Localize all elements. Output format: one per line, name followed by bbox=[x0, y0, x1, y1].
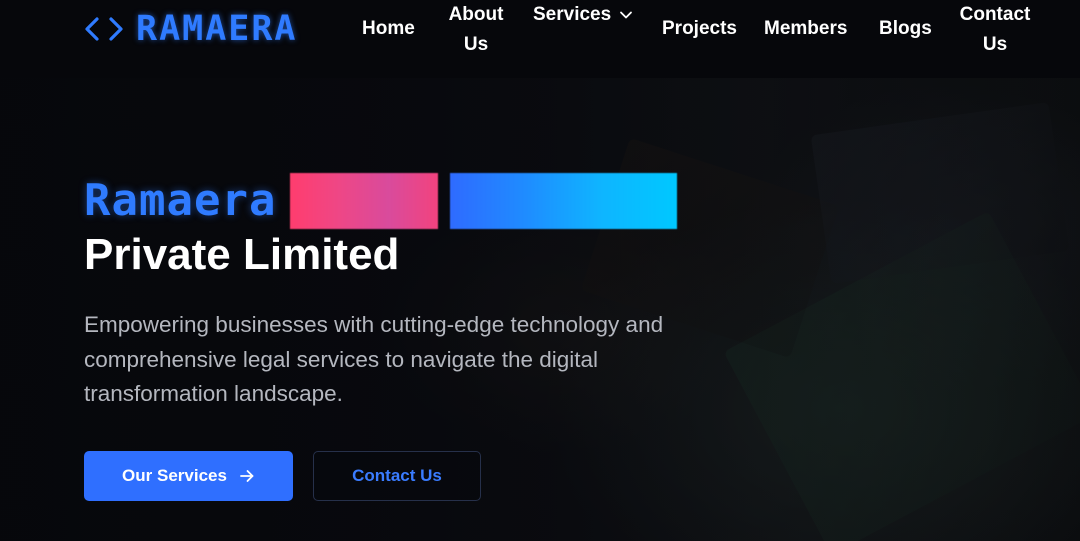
contact-us-button[interactable]: Contact Us bbox=[313, 451, 481, 501]
nav-services-label: Services bbox=[533, 4, 612, 25]
logo-text: RAMAERA bbox=[136, 9, 298, 49]
nav-contact-line1: Contact bbox=[959, 4, 1031, 25]
hero-description: Empowering businesses with cutting-edge … bbox=[84, 312, 664, 406]
nav-home[interactable]: Home bbox=[362, 14, 415, 44]
code-brackets-icon bbox=[85, 17, 123, 41]
site-header: RAMAERA Home About Us Services Projects … bbox=[0, 0, 1080, 78]
arrow-right-icon bbox=[240, 470, 254, 482]
hero-title-line2: Private Limited bbox=[84, 230, 400, 279]
nav-projects[interactable]: Projects bbox=[662, 14, 737, 44]
nav-about-line1: About bbox=[448, 4, 504, 25]
redacted-word-block bbox=[450, 172, 678, 229]
logo[interactable]: RAMAERA bbox=[84, 10, 298, 48]
chevron-down-icon bbox=[620, 11, 633, 19]
our-services-button[interactable]: Our Services bbox=[84, 451, 293, 501]
nav-about-line2: Us bbox=[463, 34, 489, 55]
nav-contact-us[interactable]: Contact Us bbox=[958, 0, 1032, 60]
nav-members[interactable]: Members bbox=[764, 14, 847, 44]
our-services-label: Our Services bbox=[122, 466, 227, 485]
nav-contact-line2: Us bbox=[982, 34, 1008, 55]
hero-brand-word: Ramaera bbox=[84, 175, 277, 226]
hero-heading: Ramaera Private Limited bbox=[84, 172, 678, 281]
contact-us-label: Contact Us bbox=[352, 466, 442, 485]
nav-blogs[interactable]: Blogs bbox=[879, 14, 932, 44]
nav-services[interactable]: Services bbox=[533, 0, 633, 30]
nav-about-us[interactable]: About Us bbox=[446, 0, 506, 60]
hero-title-row: Ramaera bbox=[84, 172, 678, 229]
redacted-word-block bbox=[290, 172, 439, 229]
